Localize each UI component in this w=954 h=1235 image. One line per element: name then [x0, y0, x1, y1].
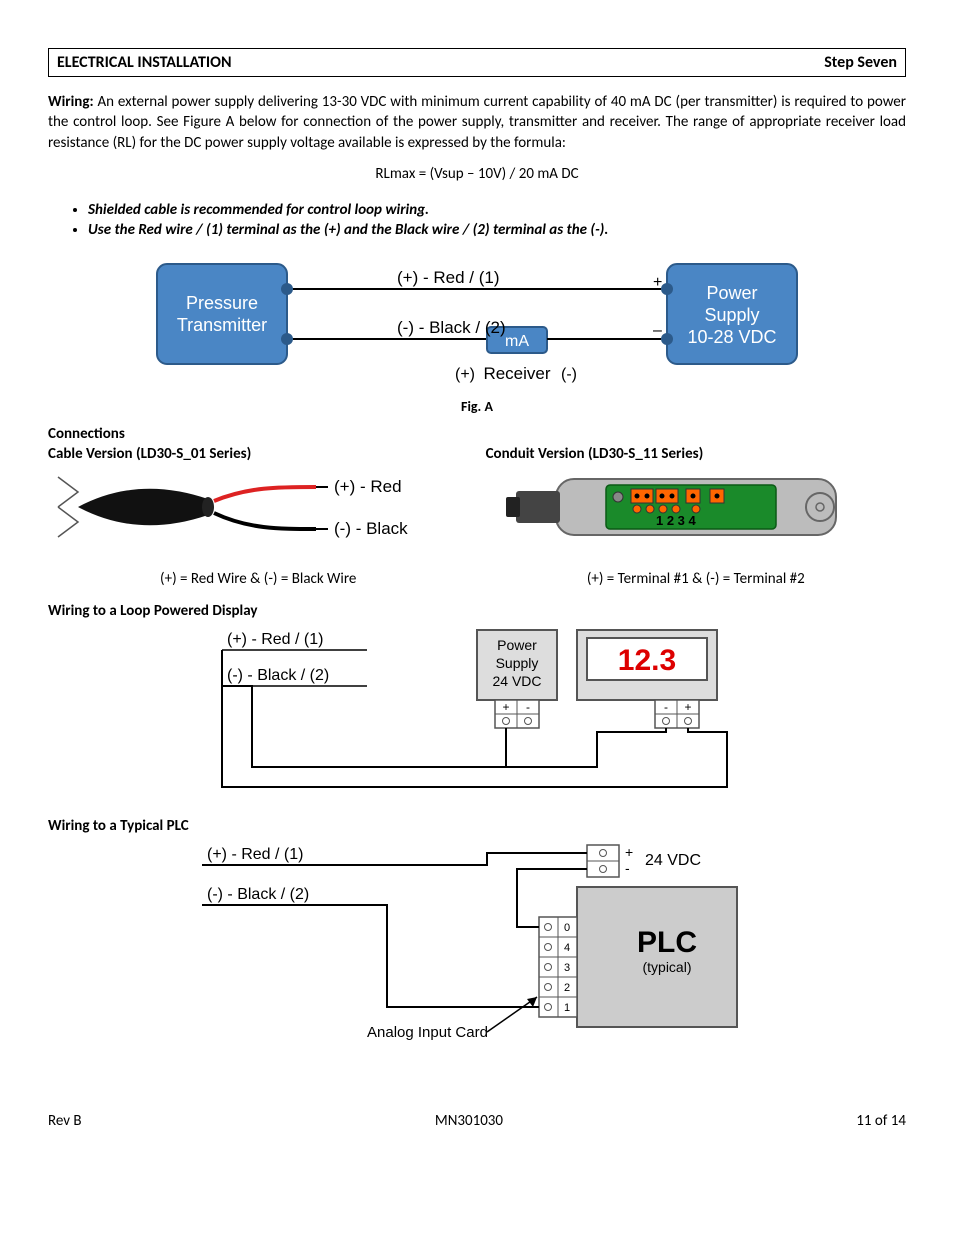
plc-diagram-wrap: (+) - Red / (1) (-) - Black / (2) + - 24… — [48, 837, 906, 1052]
wire-plus-label: (+) - Red / (1) — [397, 268, 500, 287]
svg-text:0: 0 — [564, 922, 570, 934]
transmitter-label: Transmitter — [177, 315, 267, 335]
footer-page: 11 of 14 — [856, 1112, 906, 1130]
svg-text:1: 1 — [564, 1002, 570, 1014]
rx-plus: (+) — [455, 366, 475, 383]
wiring-paragraph: Wiring: An external power supply deliver… — [48, 92, 906, 153]
rl-formula: RLmax = (Vsup – 10V) / 20 mA DC — [48, 165, 906, 183]
note-shielded: Shielded cable is recommended for contro… — [88, 201, 906, 219]
cable-version-block: Cable Version (LD30-S_01 Series) (+) - R… — [48, 445, 468, 588]
ps-label1: Power — [706, 283, 757, 303]
notes-list: Shielded cable is recommended for contro… — [88, 201, 906, 239]
wire-minus-label: (-) - Black / (2) — [397, 318, 506, 337]
pressure-label: Pressure — [186, 293, 258, 313]
loop-plus: (+) - Red / (1) — [227, 631, 323, 648]
plc-diagram: (+) - Red / (1) (-) - Black / (2) + - 24… — [187, 837, 767, 1047]
loop-ps2: Supply — [496, 655, 539, 671]
conduit-terms: 1 2 3 4 — [656, 513, 697, 528]
footer-doc: MN301030 — [435, 1112, 503, 1130]
cable-minus-label: (-) - Black — [334, 519, 408, 538]
wiring-body: An external power supply delivering 13-3… — [48, 93, 906, 152]
disp-term-minus: - — [664, 700, 668, 714]
plc-minus: (-) - Black / (2) — [207, 886, 309, 903]
loop-title: Wiring to a Loop Powered Display — [48, 602, 906, 620]
cable-version-title: Cable Version (LD30-S_01 Series) — [48, 445, 468, 463]
connections-row: Cable Version (LD30-S_01 Series) (+) - R… — [48, 445, 906, 588]
section-header: ELECTRICAL INSTALLATION Step Seven — [48, 48, 906, 77]
aic-label: Analog Input Card — [367, 1024, 488, 1041]
plc-tminus: - — [625, 860, 630, 876]
cable-diagram: (+) - Red (-) - Black — [48, 467, 428, 557]
ps-term-minus: - — [526, 700, 530, 714]
svg-text:3: 3 — [564, 962, 570, 974]
wiring-label: Wiring: — [48, 93, 94, 111]
display-value: 12.3 — [618, 644, 676, 677]
plc-title: Wiring to a Typical PLC — [48, 817, 906, 835]
conduit-version-title: Conduit Version (LD30-S_11 Series) — [486, 445, 906, 463]
conduit-legend: (+) = Terminal #1 & (-) = Terminal #2 — [486, 570, 906, 588]
figure-a: Pressure Transmitter Power Supply 10-28 … — [48, 249, 906, 394]
rx-minus: (-) — [561, 366, 577, 383]
plc-plus: (+) - Red / (1) — [207, 846, 303, 863]
loop-ps1: Power — [497, 637, 537, 653]
section-title-left: ELECTRICAL INSTALLATION — [57, 53, 232, 72]
ps-minus: – — [653, 322, 662, 339]
loop-diagram-wrap: (+) - Red / (1) (-) - Black / (2) Power … — [48, 622, 906, 807]
conduit-diagram: 1 2 3 4 — [486, 467, 866, 557]
loop-minus: (-) - Black / (2) — [227, 667, 329, 684]
ps-label3: 10-28 VDC — [687, 327, 776, 347]
loop-ps3: 24 VDC — [492, 673, 541, 689]
section-title-right: Step Seven — [824, 53, 897, 72]
figure-a-caption: Fig. A — [48, 398, 906, 415]
page-footer: Rev B MN301030 11 of 14 — [48, 1112, 906, 1130]
plc-tplus: + — [625, 844, 633, 860]
ps-term-plus: + — [502, 700, 509, 714]
connections-title: Connections — [48, 425, 906, 443]
plc-label: PLC — [637, 926, 697, 959]
note-wire-polarity: Use the Red wire / (1) terminal as the (… — [88, 221, 906, 239]
plc-typical: (typical) — [642, 959, 691, 975]
analog-input-terminals: 0 4 3 2 1 — [539, 917, 577, 1017]
cable-plus-label: (+) - Red — [334, 477, 402, 496]
cable-legend: (+) = Red Wire & (-) = Black Wire — [48, 570, 468, 588]
svg-text:4: 4 — [564, 942, 570, 954]
receiver-label: Receiver — [483, 364, 550, 383]
loop-diagram: (+) - Red / (1) (-) - Black / (2) Power … — [197, 622, 757, 802]
svg-text:2: 2 — [564, 982, 570, 994]
ps-label2: Supply — [704, 305, 759, 325]
ma-label: mA — [505, 333, 529, 350]
plc-volt: 24 VDC — [645, 852, 701, 869]
disp-term-plus: + — [684, 700, 691, 714]
conduit-version-block: Conduit Version (LD30-S_11 Series) — [486, 445, 906, 588]
footer-rev: Rev B — [48, 1112, 82, 1130]
